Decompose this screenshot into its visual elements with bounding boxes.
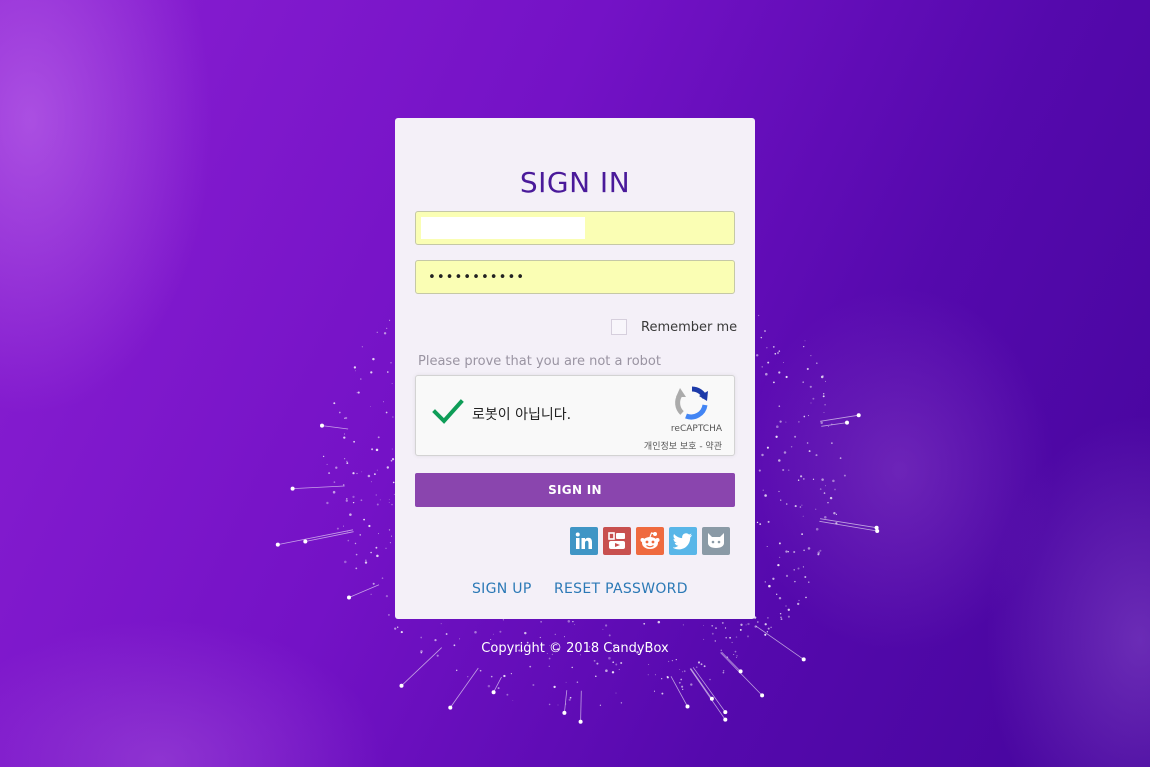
- github-icon: [706, 532, 726, 550]
- recaptcha-widget[interactable]: 로봇이 아닙니다. reCAPTCHA 개인정보 보호 - 약관: [415, 375, 735, 456]
- linkedin-icon: [575, 532, 593, 550]
- sign-in-button[interactable]: SIGN IN: [415, 473, 735, 507]
- recaptcha-brand: reCAPTCHA: [670, 424, 722, 434]
- reddit-button[interactable]: [636, 527, 664, 555]
- password-field[interactable]: [415, 260, 735, 294]
- youtube-button[interactable]: [603, 527, 631, 555]
- twitter-icon: [673, 532, 693, 550]
- youtube-icon: [607, 531, 627, 551]
- recaptcha-privacy-links[interactable]: 개인정보 보호 - 약관: [644, 439, 722, 452]
- reset-password-link[interactable]: RESET PASSWORD: [554, 581, 688, 597]
- remember-me[interactable]: Remember me: [611, 319, 737, 335]
- checkmark-icon[interactable]: [432, 398, 464, 430]
- recaptcha-logo-icon: [674, 385, 710, 425]
- captcha-prompt: Please prove that you are not a robot: [418, 354, 661, 369]
- twitter-button[interactable]: [669, 527, 697, 555]
- remember-checkbox[interactable]: [611, 319, 627, 335]
- sign-up-link[interactable]: SIGN UP: [472, 581, 532, 597]
- linkedin-button[interactable]: [570, 527, 598, 555]
- reddit-icon: [639, 530, 661, 552]
- recaptcha-label: 로봇이 아닙니다.: [472, 407, 572, 423]
- page-title: SIGN IN: [519, 166, 631, 199]
- copyright-footer: Copyright © 2018 CandyBox: [481, 641, 669, 656]
- github-button[interactable]: [702, 527, 730, 555]
- remember-label: Remember me: [641, 319, 738, 335]
- username-redaction: [421, 217, 585, 239]
